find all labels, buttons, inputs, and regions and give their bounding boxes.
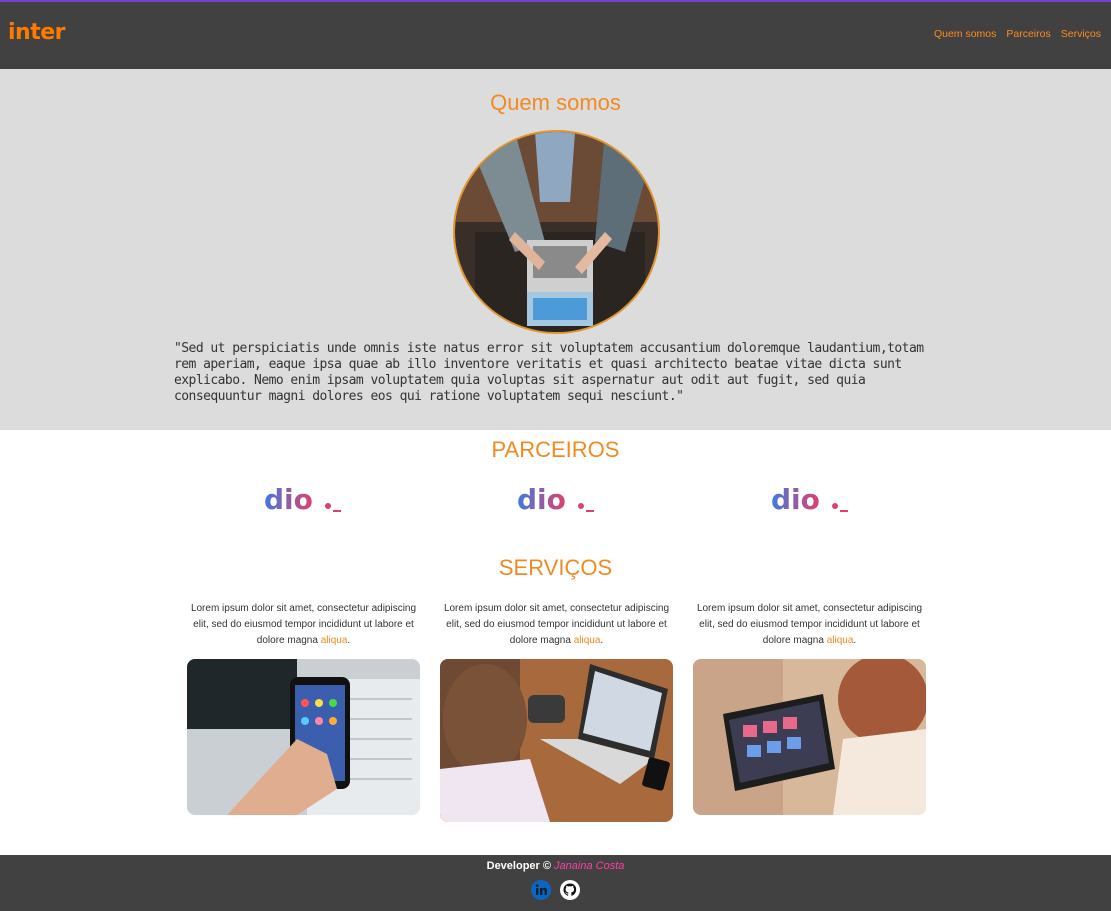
nav-link-servicos[interactable]: Serviços	[1061, 28, 1101, 40]
inter-logo[interactable]: inter	[8, 20, 66, 45]
services-title: SERVIÇOS	[498, 555, 613, 580]
service-description: Lorem ipsum dolor sit amet, consectetur …	[693, 601, 926, 649]
service-highlight: aliqua	[573, 635, 601, 646]
developer-credit: Developer © Janaina Costa	[0, 860, 1111, 872]
service-description: Lorem ipsum dolor sit amet, consectetur …	[187, 601, 420, 649]
social-links	[531, 880, 580, 900]
about-section: Quem somos "Sed ut perspiciatis unde omn…	[0, 69, 1111, 430]
service-description: Lorem ipsum dolor sit amet, consectetur …	[440, 601, 673, 649]
partner-logo-dio[interactable]: dio	[771, 482, 851, 516]
svg-text:dio: dio	[771, 483, 820, 516]
nav-link-quem-somos[interactable]: Quem somos	[934, 28, 996, 40]
service-text-end: .	[347, 635, 351, 646]
service-highlight: aliqua	[320, 635, 348, 646]
service-text-end: .	[600, 635, 604, 646]
about-photo	[453, 130, 660, 334]
svg-text:dio: dio	[517, 483, 566, 516]
nav-link-parceiros[interactable]: Parceiros	[1006, 28, 1050, 40]
service-image-tablet	[693, 659, 926, 815]
credit-prefix: Developer ©	[486, 860, 555, 872]
service-image-laptop	[440, 659, 673, 822]
partners-title: PARCEIROS	[491, 437, 620, 462]
linkedin-icon[interactable]	[531, 880, 551, 900]
svg-text:dio: dio	[264, 483, 313, 516]
about-title: Quem somos	[490, 90, 621, 115]
site-header: inter Quem somos Parceiros Serviços	[0, 2, 1111, 69]
main-nav: Quem somos Parceiros Serviços	[934, 28, 1101, 40]
service-highlight: aliqua	[826, 635, 854, 646]
service-text-end: .	[853, 635, 857, 646]
service-text: Lorem ipsum dolor sit amet, consectetur …	[190, 603, 417, 646]
service-text: Lorem ipsum dolor sit amet, consectetur …	[696, 603, 923, 646]
developer-name[interactable]: Janaina Costa	[554, 860, 624, 872]
about-text: "Sed ut perspiciatis unde omnis iste nat…	[174, 341, 924, 404]
site-footer: Developer © Janaina Costa	[0, 855, 1111, 911]
github-icon[interactable]	[560, 880, 580, 900]
partner-logo-dio[interactable]: dio	[264, 482, 344, 516]
service-text: Lorem ipsum dolor sit amet, consectetur …	[443, 603, 670, 646]
service-image-phone	[187, 659, 420, 815]
partner-logo-dio[interactable]: dio	[517, 482, 597, 516]
